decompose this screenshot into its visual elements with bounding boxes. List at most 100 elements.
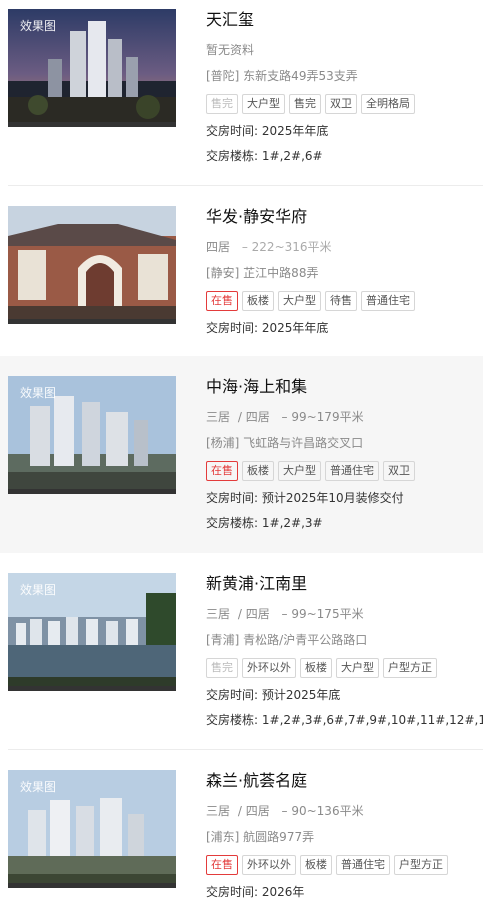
render-image	[8, 206, 176, 324]
listing-thumbnail[interactable]: 效果图	[8, 770, 176, 888]
feature-tag: 大户型	[242, 94, 285, 114]
delivery-buildings: 交房楼栋: 1#,2#,6#	[206, 148, 483, 165]
feature-tag: 户型方正	[394, 855, 448, 875]
delivery-buildings-value: 1#,2#,3#,6#,7#,9#,10#,11#,12#,13#,14#,1	[261, 713, 483, 727]
listing-info: 森兰·航荟名庭 三居 / 四居 – 90~136平米 [浦东] 航圆路977弄 …	[206, 770, 483, 901]
delivery-time-label: 交房时间:	[206, 688, 259, 702]
tag-list: 在售 板楼 大户型 普通住宅 双卫	[206, 461, 483, 481]
status-tag: 售完	[206, 94, 238, 114]
thumbnail-bar	[8, 319, 176, 324]
feature-tag: 双卫	[383, 461, 415, 481]
listing-address: [青浦] 青松路/沪青平公路路口	[206, 633, 368, 647]
status-tag: 售完	[206, 658, 238, 678]
thumbnail-bar	[8, 883, 176, 888]
listing-thumbnail[interactable]: 效果图	[8, 9, 176, 127]
feature-tag: 板楼	[242, 291, 274, 311]
listing-card[interactable]: 效果图 森兰·航荟名庭 三居 / 四居 – 90~136平米 [浦东] 航圆路9…	[0, 750, 483, 899]
listing-info: 中海·海上和集 三居 / 四居 – 99~179平米 [杨浦] 飞虹路与许昌路交…	[206, 376, 483, 532]
room-count: / 四居	[237, 410, 270, 424]
delivery-time: 交房时间: 2026年	[206, 884, 483, 901]
listing-layout: 三居 / 四居 – 99~179平米	[206, 409, 483, 426]
delivery-time-label: 交房时间:	[206, 321, 259, 335]
listing-thumbnail[interactable]: 效果图	[8, 376, 176, 494]
tag-list: 售完 外环以外 板楼 大户型 户型方正	[206, 658, 483, 678]
feature-tag: 板楼	[300, 855, 332, 875]
listing-name[interactable]: 华发·静安华府	[206, 206, 483, 228]
delivery-time-label: 交房时间:	[206, 491, 259, 505]
listing-address: [普陀] 东新支路49弄53支弄	[206, 69, 358, 83]
listing-info: 新黄浦·江南里 三居 / 四居 – 99~175平米 [青浦] 青松路/沪青平公…	[206, 573, 483, 729]
listing-name[interactable]: 森兰·航荟名庭	[206, 770, 483, 792]
status-tag: 在售	[206, 461, 238, 481]
feature-tag: 大户型	[278, 291, 321, 311]
listing-name[interactable]: 新黄浦·江南里	[206, 573, 483, 595]
feature-tag: 双卫	[325, 94, 357, 114]
feature-tag: 普通住宅	[361, 291, 415, 311]
delivery-buildings-value: 1#,2#,3#	[261, 516, 323, 530]
delivery-time: 交房时间: 2025年年底	[206, 320, 483, 337]
feature-tag: 户型方正	[383, 658, 437, 678]
listing-name[interactable]: 中海·海上和集	[206, 376, 483, 398]
room-count: 三居	[206, 410, 231, 424]
room-count: / 四居	[237, 607, 270, 621]
delivery-time: 交房时间: 预计2025年10月装修交付	[206, 490, 483, 507]
listing-address: [杨浦] 飞虹路与许昌路交叉口	[206, 436, 364, 450]
delivery-time-value: 2025年年底	[261, 124, 329, 138]
status-tag: 待售	[325, 291, 357, 311]
room-count: 三居	[206, 804, 231, 818]
delivery-time-value: 预计2025年10月装修交付	[261, 491, 404, 505]
room-count: 三居	[206, 607, 231, 621]
thumbnail-bar	[8, 122, 176, 127]
thumbnail-bar	[8, 686, 176, 691]
listing-address: [静安] 芷江中路88弄	[206, 266, 319, 280]
listing-area: – 99~179平米	[281, 410, 364, 424]
delivery-buildings: 交房楼栋: 1#,2#,3#,6#,7#,9#,10#,11#,12#,13#,…	[206, 712, 483, 729]
watermark-label: 效果图	[20, 19, 57, 33]
listing-card[interactable]: 华发·静安华府 四居 – 222~316平米 [静安] 芷江中路88弄 在售 板楼…	[0, 186, 483, 356]
listing-layout: 三居 / 四居 – 99~175平米	[206, 606, 483, 623]
status-tag: 在售	[206, 291, 238, 311]
listing-card[interactable]: 效果图 天汇玺 暂无资料 [普陀] 东新支路49弄53支弄 售完 大户型 售完 双卫全…	[0, 0, 483, 186]
feature-tag: 板楼	[242, 461, 274, 481]
listing-layout: 三居 / 四居 – 90~136平米	[206, 803, 483, 820]
delivery-time-value: 2025年年底	[261, 321, 329, 335]
thumbnail-bar	[8, 489, 176, 494]
listing-info: 华发·静安华府 四居 – 222~316平米 [静安] 芷江中路88弄 在售 板楼…	[206, 206, 483, 337]
watermark-label: 效果图	[20, 780, 57, 794]
delivery-time-value: 2026年	[261, 885, 305, 899]
listing-thumbnail[interactable]	[8, 206, 176, 324]
watermark-label: 效果图	[20, 386, 57, 400]
delivery-buildings-label: 交房楼栋:	[206, 516, 259, 530]
listing-card[interactable]: 效果图 新黄浦·江南里 三居 / 四居 – 99~175平米 [青浦] 青松路/…	[0, 553, 483, 750]
tag-list: 在售 外环以外 板楼 普通住宅 户型方正	[206, 855, 483, 875]
delivery-buildings-value: 1#,2#,6#	[261, 149, 323, 163]
room-count: 四居	[206, 240, 231, 254]
listing-card[interactable]: 效果图 中海·海上和集 三居 / 四居 – 99~179平米 [杨浦] 飞虹路与…	[0, 356, 483, 553]
delivery-buildings-label: 交房楼栋:	[206, 149, 259, 163]
listing-layout: 四居 – 222~316平米	[206, 239, 483, 256]
listing-name[interactable]: 天汇玺	[206, 9, 483, 31]
feature-tag: 外环以外	[242, 658, 296, 678]
delivery-time-value: 预计2025年底	[261, 688, 341, 702]
listing-feed: 效果图 天汇玺 暂无资料 [普陀] 东新支路49弄53支弄 售完 大户型 售完 双卫全…	[0, 0, 483, 899]
room-count: / 四居	[237, 804, 270, 818]
listing-area: – 90~136平米	[281, 804, 364, 818]
listing-layout: 暂无资料	[206, 43, 255, 57]
feature-tag: 普通住宅	[325, 461, 379, 481]
listing-area: – 222~316平米	[241, 240, 332, 254]
tag-list: 售完 大户型 售完 双卫 全明格局	[206, 94, 483, 114]
delivery-time: 交房时间: 预计2025年底	[206, 687, 483, 704]
feature-tag: 板楼	[300, 658, 332, 678]
delivery-buildings-label: 交房楼栋:	[206, 713, 259, 727]
delivery-time-label: 交房时间:	[206, 885, 259, 899]
delivery-buildings: 交房楼栋: 1#,2#,3#	[206, 515, 483, 532]
listing-area: – 99~175平米	[281, 607, 364, 621]
listing-thumbnail[interactable]: 效果图	[8, 573, 176, 691]
status-tag: 在售	[206, 855, 238, 875]
tag-list: 在售 板楼 大户型 待售 普通住宅	[206, 291, 483, 311]
feature-tag: 普通住宅	[336, 855, 390, 875]
delivery-time: 交房时间: 2025年年底	[206, 123, 483, 140]
feature-tag: 外环以外	[242, 855, 296, 875]
delivery-time-label: 交房时间:	[206, 124, 259, 138]
status-tag: 售完	[289, 94, 321, 114]
